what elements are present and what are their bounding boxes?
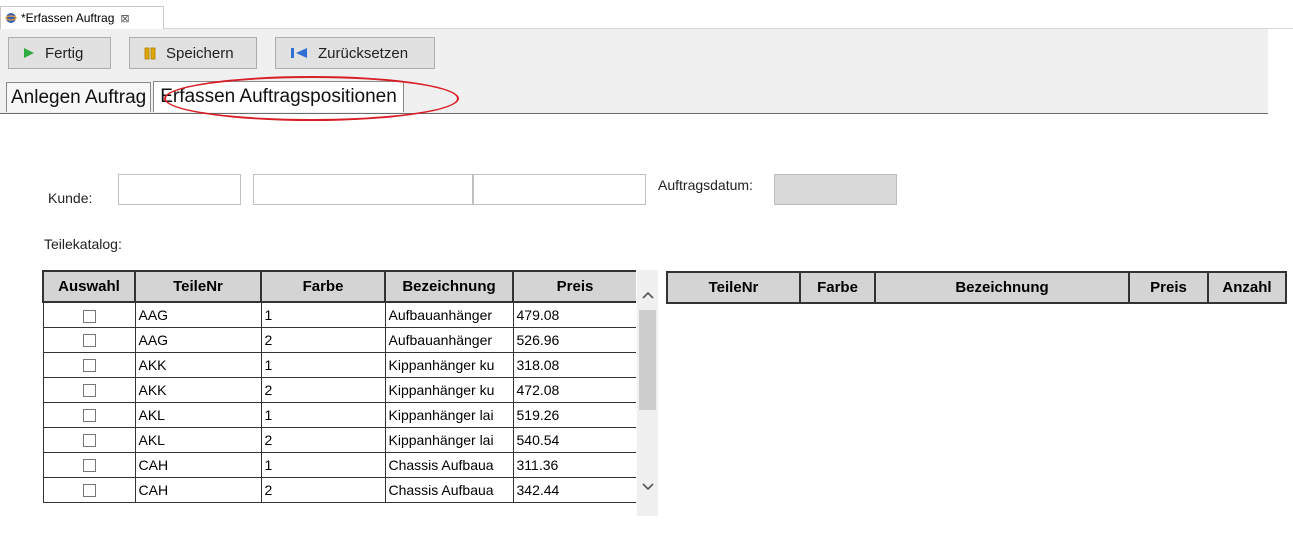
cell-bezeichnung: Kippanhänger ku bbox=[384, 376, 514, 403]
fertig-button[interactable]: Fertig bbox=[8, 37, 111, 69]
close-icon[interactable]: ⊠ bbox=[120, 12, 129, 25]
cell-bezeichnung: Kippanhänger lai bbox=[384, 426, 514, 453]
editor-tab-bar: *Erfassen Auftrag ⊠ bbox=[0, 0, 1293, 29]
cell-farbe: 2 bbox=[260, 326, 386, 353]
auswahl-checkbox[interactable] bbox=[82, 459, 96, 473]
cell-bezeichnung: Aufbauanhänger bbox=[384, 301, 514, 328]
editor-tab-erfassen-auftrag[interactable]: *Erfassen Auftrag ⊠ bbox=[0, 6, 164, 29]
table-row[interactable]: AKK 1 Kippanhänger ku 318.08 bbox=[42, 351, 636, 378]
cell-bezeichnung: Chassis Aufbaua bbox=[384, 476, 514, 503]
cell-farbe: 1 bbox=[260, 401, 386, 428]
table-row[interactable]: CAH 2 Chassis Aufbaua 342.44 bbox=[42, 476, 636, 503]
order-tabs: Anlegen Auftrag Erfassen Auftragspositio… bbox=[6, 80, 404, 112]
speichern-button[interactable]: Speichern bbox=[129, 37, 257, 69]
fertig-label: Fertig bbox=[45, 44, 84, 62]
auftragspositionen-table: TeileNr Farbe Bezeichnung Preis Anzahl bbox=[666, 271, 1287, 304]
scrollbar-thumb[interactable] bbox=[639, 310, 656, 410]
cell-teilenr: AKL bbox=[134, 401, 262, 428]
cell-teilenr: AKL bbox=[134, 426, 262, 453]
toolbar: Fertig Speichern Zurücksetzen bbox=[8, 37, 435, 71]
table-row[interactable]: AAG 1 Aufbauanhänger 479.08 bbox=[42, 301, 636, 328]
kunde-nr-field[interactable] bbox=[118, 174, 241, 205]
cell-preis: 526.96 bbox=[512, 326, 636, 353]
editor-tab-title: *Erfassen Auftrag bbox=[21, 11, 115, 25]
teilekatalog-label: Teilekatalog: bbox=[44, 236, 122, 252]
play-icon bbox=[23, 47, 35, 59]
table-row[interactable]: AKL 2 Kippanhänger lai 540.54 bbox=[42, 426, 636, 453]
cell-preis: 472.08 bbox=[512, 376, 636, 403]
teilekatalog-table-container: Auswahl TeileNr Farbe Bezeichnung Preis … bbox=[42, 270, 636, 516]
table-row[interactable]: AKK 2 Kippanhänger ku 472.08 bbox=[42, 376, 636, 403]
auftragspositionen-table-container: TeileNr Farbe Bezeichnung Preis Anzahl bbox=[666, 271, 1287, 304]
scroll-down-icon[interactable] bbox=[637, 476, 658, 498]
kunde-label: Kunde: bbox=[48, 190, 93, 206]
header-preis[interactable]: Preis bbox=[512, 270, 636, 303]
pos-header-preis[interactable]: Preis bbox=[1128, 271, 1209, 304]
rewind-icon bbox=[290, 47, 308, 59]
pos-header-farbe[interactable]: Farbe bbox=[799, 271, 876, 304]
auftragsdatum-label: Auftragsdatum: bbox=[658, 177, 753, 193]
cell-teilenr: AKK bbox=[134, 376, 262, 403]
editor-tab-icon bbox=[5, 12, 17, 24]
cell-preis: 342.44 bbox=[512, 476, 636, 503]
pos-header-teilenr[interactable]: TeileNr bbox=[666, 271, 801, 304]
cell-farbe: 1 bbox=[260, 451, 386, 478]
auswahl-checkbox[interactable] bbox=[82, 384, 96, 398]
pause-icon bbox=[144, 47, 156, 60]
editor-header: Fertig Speichern Zurücksetzen Anlegen Au… bbox=[0, 29, 1268, 114]
header-teilenr[interactable]: TeileNr bbox=[134, 270, 262, 303]
auswahl-checkbox[interactable] bbox=[82, 309, 96, 323]
kunde-extra-field[interactable] bbox=[473, 174, 646, 205]
table-row[interactable]: AKL 1 Kippanhänger lai 519.26 bbox=[42, 401, 636, 428]
cell-bezeichnung: Kippanhänger ku bbox=[384, 351, 514, 378]
auswahl-checkbox[interactable] bbox=[82, 409, 96, 423]
table-row[interactable]: AAG 2 Aufbauanhänger 526.96 bbox=[42, 326, 636, 353]
auftragsdatum-field bbox=[774, 174, 897, 205]
teilekatalog-table: Auswahl TeileNr Farbe Bezeichnung Preis … bbox=[42, 270, 636, 503]
speichern-label: Speichern bbox=[166, 44, 234, 62]
teilekatalog-scrollbar[interactable] bbox=[637, 270, 658, 516]
cell-teilenr: CAH bbox=[134, 451, 262, 478]
zuruecksetzen-button[interactable]: Zurücksetzen bbox=[275, 37, 435, 69]
cell-preis: 519.26 bbox=[512, 401, 636, 428]
cell-teilenr: CAH bbox=[134, 476, 262, 503]
cell-preis: 318.08 bbox=[512, 351, 636, 378]
tab-erfassen-auftragspositionen[interactable]: Erfassen Auftragspositionen bbox=[153, 81, 404, 112]
cell-farbe: 2 bbox=[260, 426, 386, 453]
cell-farbe: 1 bbox=[260, 351, 386, 378]
cell-preis: 311.36 bbox=[512, 451, 636, 478]
cell-bezeichnung: Chassis Aufbaua bbox=[384, 451, 514, 478]
tab-anlegen-auftrag[interactable]: Anlegen Auftrag bbox=[6, 82, 152, 112]
cell-teilenr: AAG bbox=[134, 326, 262, 353]
cell-bezeichnung: Aufbauanhänger bbox=[384, 326, 514, 353]
header-auswahl[interactable]: Auswahl bbox=[42, 270, 136, 303]
auswahl-checkbox[interactable] bbox=[82, 334, 96, 348]
zuruecksetzen-label: Zurücksetzen bbox=[318, 44, 409, 62]
kunde-name-field[interactable] bbox=[253, 174, 473, 205]
cell-farbe: 2 bbox=[260, 476, 386, 503]
cell-teilenr: AAG bbox=[134, 301, 262, 328]
cell-preis: 540.54 bbox=[512, 426, 636, 453]
teilekatalog-header-row: Auswahl TeileNr Farbe Bezeichnung Preis bbox=[42, 270, 636, 303]
header-bezeichnung[interactable]: Bezeichnung bbox=[384, 270, 514, 303]
auswahl-checkbox[interactable] bbox=[82, 484, 96, 498]
table-row[interactable]: CAH 1 Chassis Aufbaua 311.36 bbox=[42, 451, 636, 478]
cell-teilenr: AKK bbox=[134, 351, 262, 378]
cell-bezeichnung: Kippanhänger lai bbox=[384, 401, 514, 428]
cell-farbe: 1 bbox=[260, 301, 386, 328]
pos-header-anzahl[interactable]: Anzahl bbox=[1207, 271, 1287, 304]
header-farbe[interactable]: Farbe bbox=[260, 270, 386, 303]
cell-preis: 479.08 bbox=[512, 301, 636, 328]
auswahl-checkbox[interactable] bbox=[82, 359, 96, 373]
pos-header-bezeichnung[interactable]: Bezeichnung bbox=[874, 271, 1130, 304]
auswahl-checkbox[interactable] bbox=[82, 434, 96, 448]
auftragspositionen-header-row: TeileNr Farbe Bezeichnung Preis Anzahl bbox=[666, 271, 1287, 304]
scroll-up-icon[interactable] bbox=[637, 284, 658, 306]
cell-farbe: 2 bbox=[260, 376, 386, 403]
